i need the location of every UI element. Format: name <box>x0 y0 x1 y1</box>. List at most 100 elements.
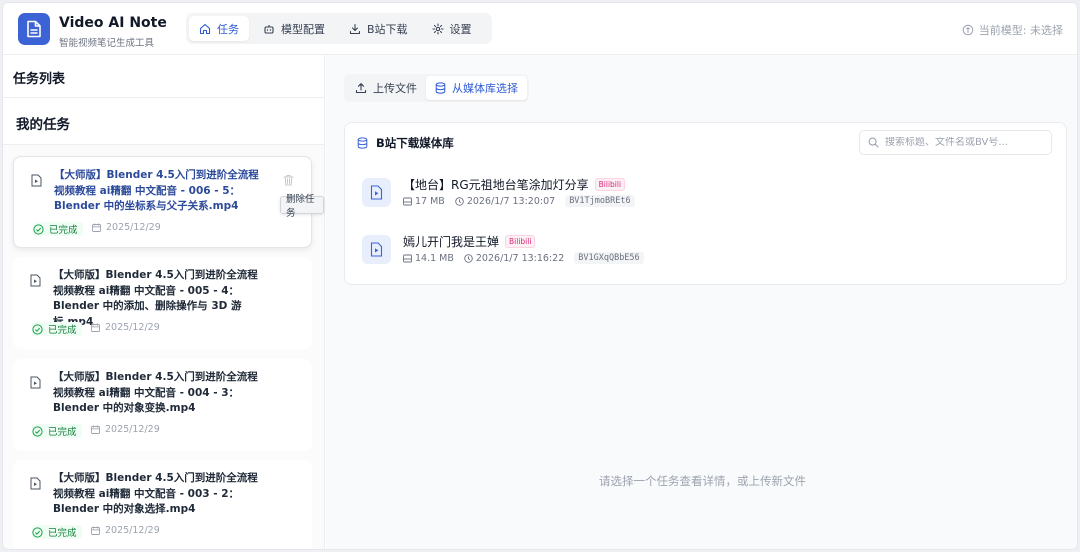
media-meta: 17 MB 2026/1/7 13:20:07 BV1TjmoBREt6 <box>403 195 635 207</box>
media-title-text: 嫣儿开门我是王婵 <box>403 235 500 249</box>
video-file-icon <box>30 477 41 490</box>
tab-media-library[interactable]: 从媒体库选择 <box>426 76 527 100</box>
check-circle-icon <box>32 526 43 538</box>
status-text: 已完成 <box>48 528 77 539</box>
app-header: Video AI Note 智能视频笔记生成工具 任务 模型配置 B站下载 设置… <box>3 3 1077 55</box>
app-logo <box>18 13 50 45</box>
media-title: 嫣儿开门我是王婵 Bilibili <box>403 233 536 250</box>
upload-icon <box>355 83 367 94</box>
hard-drive-icon <box>403 197 412 205</box>
app-title: Video AI Note <box>59 15 167 31</box>
search-input[interactable] <box>885 137 1045 148</box>
video-file-icon <box>362 178 391 207</box>
tab-label: 上传文件 <box>373 82 417 95</box>
video-file-icon <box>30 274 41 287</box>
trash-icon <box>283 175 294 186</box>
download-icon <box>349 23 361 34</box>
my-tasks-heading: 我的任务 <box>3 98 324 145</box>
status-badge: 已完成 <box>32 525 82 539</box>
media-item[interactable]: 嫣儿开门我是王婵 Bilibili 14.1 MB 2026/1/7 13:16:… <box>359 231 1054 269</box>
task-card[interactable]: 【大师版】Blender 4.5入门到进阶全流程视频教程 ai精翻 中文配音 -… <box>13 460 312 549</box>
clock-icon <box>455 196 464 206</box>
task-date: 2025/12/29 <box>91 525 160 536</box>
nav-item-bilibili-download[interactable]: B站下载 <box>339 16 418 41</box>
status-text: 已完成 <box>49 225 78 236</box>
sidebar-title: 任务列表 <box>3 55 324 98</box>
task-title: 【大师版】Blender 4.5入门到进阶全流程视频教程 ai精翻 中文配音 -… <box>53 371 258 414</box>
app-window: Video AI Note 智能视频笔记生成工具 任务 模型配置 B站下载 设置… <box>2 2 1078 550</box>
document-icon <box>27 20 41 38</box>
nav-item-label: 设置 <box>449 22 472 36</box>
datetime-group: 2026/1/7 13:20:07 <box>455 196 555 207</box>
home-icon <box>199 23 211 34</box>
nav-item-model-config[interactable]: 模型配置 <box>253 16 335 41</box>
datetime-group: 2026/1/7 13:16:22 <box>464 253 564 264</box>
nav-item-settings[interactable]: 设置 <box>422 16 482 41</box>
delete-task-tooltip: 删除任务 <box>280 194 324 219</box>
file-size: 17 MB <box>415 195 445 207</box>
task-date: 2025/12/29 <box>91 322 160 333</box>
source-badge: Bilibili <box>594 178 626 191</box>
tab-label: 从媒体库选择 <box>452 82 518 95</box>
bv-id: BV1GXqQBbE56 <box>574 252 644 264</box>
calendar-icon <box>92 223 101 232</box>
tab-upload-file[interactable]: 上传文件 <box>346 76 426 100</box>
nav-item-tasks[interactable]: 任务 <box>189 16 249 41</box>
database-icon <box>435 82 446 94</box>
video-file-icon <box>31 174 42 187</box>
date-text: 2025/12/29 <box>105 424 160 435</box>
database-icon <box>357 137 368 149</box>
download-datetime: 2026/1/7 13:20:07 <box>466 195 556 207</box>
nav-item-label: 任务 <box>217 22 239 36</box>
check-circle-icon <box>33 223 44 235</box>
media-title-text: 【地台】RG元祖地台笔涂加灯分享 <box>403 178 589 192</box>
check-circle-icon <box>32 323 43 335</box>
task-sidebar: 任务列表 我的任务 【大师版】Blender 4.5入门到进阶全流程视频教程 a… <box>3 55 325 549</box>
search-icon <box>868 137 879 148</box>
media-library-panel: B站下载媒体库 【地台】RG元祖地台笔涂加灯分享 Bilibili 17 MB <box>344 122 1067 285</box>
status-text: 已完成 <box>48 325 77 336</box>
task-card[interactable]: 【大师版】Blender 4.5入门到进阶全流程视频教程 ai精翻 中文配音 -… <box>13 257 312 349</box>
status-badge: 已完成 <box>33 222 83 236</box>
library-search <box>859 130 1052 155</box>
media-meta: 14.1 MB 2026/1/7 13:16:22 BV1GXqQBbE56 <box>403 252 644 264</box>
task-title: 【大师版】Blender 4.5入门到进阶全流程视频教程 ai精翻 中文配音 -… <box>53 472 258 515</box>
file-size: 14.1 MB <box>415 252 454 264</box>
current-model-status[interactable]: 当前模型: 未选择 <box>962 22 1063 38</box>
date-text: 2025/12/29 <box>106 222 161 233</box>
video-file-icon <box>30 376 41 389</box>
clock-icon <box>464 253 473 263</box>
date-text: 2025/12/29 <box>105 525 160 536</box>
calendar-icon <box>91 323 100 332</box>
hard-drive-icon <box>403 254 412 262</box>
date-text: 2025/12/29 <box>105 322 160 333</box>
check-circle-icon <box>32 425 43 437</box>
task-title: 【大师版】Blender 4.5入门到进阶全流程视频教程 ai精翻 中文配音 -… <box>54 169 259 212</box>
download-datetime: 2026/1/7 13:16:22 <box>475 252 565 264</box>
status-badge: 已完成 <box>32 424 82 438</box>
app-subtitle: 智能视频笔记生成工具 <box>59 38 155 49</box>
calendar-icon <box>91 526 100 535</box>
nav-item-label: 模型配置 <box>281 22 325 36</box>
empty-state-hint: 请选择一个任务查看详情，或上传新文件 <box>599 474 806 488</box>
task-date: 2025/12/29 <box>91 424 160 435</box>
media-item[interactable]: 【地台】RG元祖地台笔涂加灯分享 Bilibili 17 MB 2026/1/7 … <box>359 174 1054 212</box>
calendar-icon <box>91 425 100 434</box>
status-badge: 已完成 <box>32 322 82 336</box>
source-tabs: 上传文件 从媒体库选择 <box>344 74 529 102</box>
source-badge: Bilibili <box>505 235 536 248</box>
nav-item-label: B站下载 <box>367 22 408 36</box>
library-title: B站下载媒体库 <box>376 136 454 150</box>
robot-icon <box>264 24 274 34</box>
model-info-icon <box>962 24 974 36</box>
task-title: 【大师版】Blender 4.5入门到进阶全流程视频教程 ai精翻 中文配音 -… <box>53 269 258 328</box>
main-nav: 任务 模型配置 B站下载 设置 <box>186 13 492 44</box>
task-card[interactable]: 【大师版】Blender 4.5入门到进阶全流程视频教程 ai精翻 中文配音 -… <box>13 156 312 248</box>
video-file-icon <box>362 235 391 264</box>
status-text: 已完成 <box>48 427 77 438</box>
bv-id: BV1TjmoBREt6 <box>565 195 635 207</box>
gear-icon <box>431 22 444 35</box>
task-card[interactable]: 【大师版】Blender 4.5入门到进阶全流程视频教程 ai精翻 中文配音 -… <box>13 359 312 451</box>
task-date: 2025/12/29 <box>92 222 161 233</box>
main-content: 上传文件 从媒体库选择 B站下载媒体库 【地台】RG元祖地台笔涂 <box>326 55 1077 549</box>
